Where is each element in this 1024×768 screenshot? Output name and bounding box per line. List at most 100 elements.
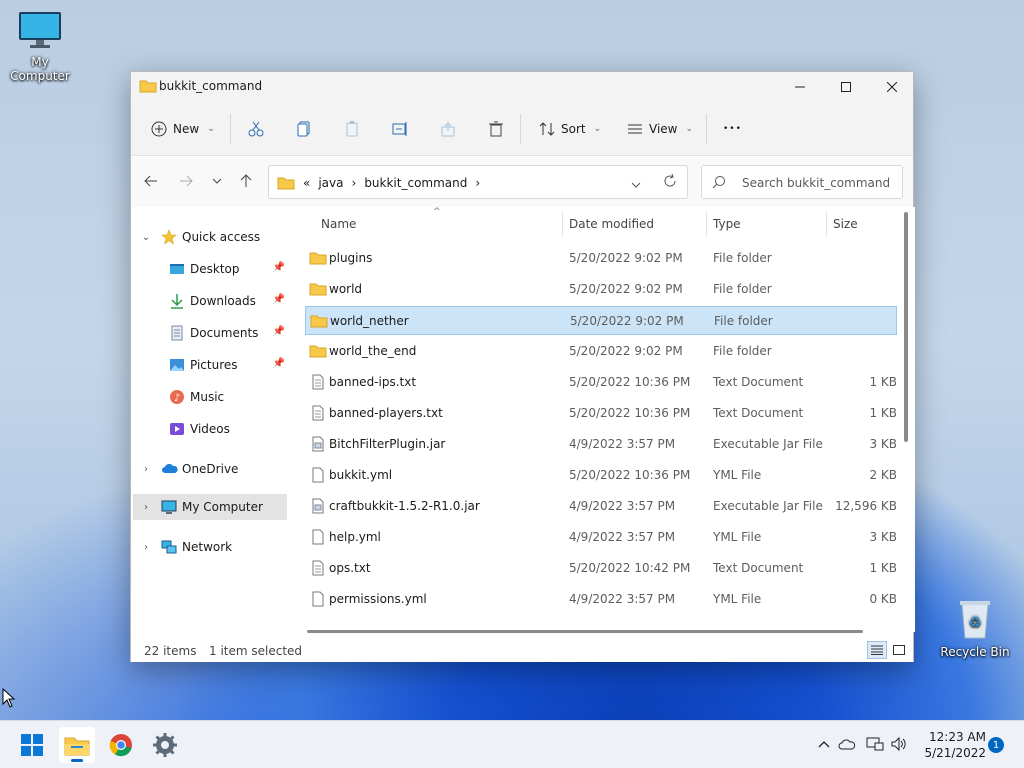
copy-button[interactable] [296, 114, 312, 144]
network-tray-icon[interactable] [866, 735, 884, 753]
sort-ascending-icon: ^ [433, 207, 441, 217]
breadcrumb-overflow[interactable]: « [303, 176, 310, 190]
file-row[interactable]: banned-ips.txt 5/20/2022 10:36 PM Text Doc… [305, 368, 897, 397]
refresh-button[interactable] [663, 173, 677, 191]
horizontal-scrollbar[interactable] [307, 630, 863, 633]
svg-text:♻: ♻ [969, 615, 982, 631]
sidebar-item-pictures[interactable]: Pictures 📌 [133, 352, 287, 378]
arrow-right-icon [180, 175, 193, 187]
show-hidden-icons-button[interactable] [815, 735, 833, 753]
maximize-button[interactable] [823, 72, 869, 102]
taskbar-settings[interactable] [147, 727, 183, 763]
file-row[interactable]: world_the_end 5/20/2022 9:02 PM File folde… [305, 337, 897, 366]
file-type: Text Document [713, 406, 804, 420]
taskbar-chrome[interactable] [103, 727, 139, 763]
sidebar-item-network[interactable]: › Network [133, 534, 287, 560]
sidebar-item-desktop[interactable]: Desktop 📌 [133, 256, 287, 282]
column-header-type[interactable]: Type [713, 207, 741, 241]
file-row[interactable]: ops.txt 5/20/2022 10:42 PM Text Document 1 … [305, 554, 897, 583]
forward-button[interactable] [174, 169, 198, 193]
sidebar-item-onedrive[interactable]: › OneDrive [133, 456, 287, 482]
recent-locations-button[interactable] [205, 169, 229, 193]
file-explorer-icon [64, 737, 90, 756]
file-row[interactable]: bukkit.yml 5/20/2022 10:36 PM YML File 2 KB [305, 461, 897, 490]
more-options-button[interactable]: ••• [723, 114, 742, 144]
up-button[interactable] [234, 169, 258, 193]
chevron-down-icon[interactable]: ⌄ [139, 232, 153, 243]
rename-button[interactable] [392, 114, 410, 144]
cut-button[interactable] [248, 114, 264, 144]
file-date-modified: 5/20/2022 10:36 PM [569, 406, 691, 420]
volume-tray-icon[interactable] [890, 735, 908, 753]
item-count: 22 items [144, 644, 197, 658]
chevron-right-icon[interactable]: › [139, 464, 153, 475]
column-header-size[interactable]: Size [833, 207, 858, 241]
file-row[interactable]: banned-players.txt 5/20/2022 10:36 PM Text… [305, 399, 897, 428]
search-icon [712, 175, 726, 192]
file-row[interactable]: permissions.yml 4/9/2022 3:57 PM YML File 0… [305, 585, 897, 614]
selection-count: 1 item selected [209, 644, 303, 658]
desktop-icon-my-computer[interactable]: My Computer [0, 10, 80, 83]
file-date-modified: 5/20/2022 9:02 PM [569, 282, 683, 296]
windows-start-icon [21, 734, 43, 756]
taskbar-file-explorer[interactable] [59, 727, 95, 763]
address-bar[interactable]: « java › bukkit_command › [268, 165, 688, 199]
minimize-icon [795, 86, 805, 88]
file-row[interactable]: world_nether 5/20/2022 9:02 PM File folder [305, 306, 897, 335]
maximize-icon [841, 82, 851, 92]
file-name: permissions.yml [329, 592, 427, 606]
title-bar[interactable]: bukkit_command [131, 72, 913, 102]
file-size: 3 KB [869, 530, 897, 544]
sidebar-item-downloads[interactable]: Downloads 📌 [133, 288, 287, 314]
notification-badge[interactable]: 1 [988, 737, 1004, 753]
chevron-right-icon[interactable]: › [352, 176, 357, 190]
large-icons-view-button[interactable] [889, 641, 909, 659]
chevron-right-icon[interactable]: › [139, 542, 153, 553]
onedrive-tray-icon[interactable] [838, 735, 856, 753]
sort-button[interactable]: Sort ⌄ [539, 114, 601, 144]
window-title: bukkit_command [159, 79, 263, 93]
breadcrumb-item[interactable]: java [318, 176, 343, 190]
nav-quick-access[interactable]: ⌄ Quick access [133, 224, 287, 250]
address-dropdown-button[interactable] [631, 177, 641, 191]
file-explorer-window: bukkit_command New ⌄ Sort ⌄ View ⌄ ••• «… [130, 71, 915, 662]
column-header-date[interactable]: Date modified [569, 207, 654, 241]
file-row[interactable]: help.yml 4/9/2022 3:57 PM YML File 3 KB [305, 523, 897, 552]
vertical-scrollbar[interactable] [904, 212, 908, 442]
sidebar-item-documents[interactable]: Documents 📌 [133, 320, 287, 346]
arrow-up-icon [240, 174, 252, 187]
file-row[interactable]: BitchFilterPlugin.jar 4/9/2022 3:57 PM Exe… [305, 430, 897, 459]
close-button[interactable] [869, 72, 915, 102]
file-icon [309, 591, 327, 607]
sidebar-item-videos[interactable]: Videos [133, 416, 287, 442]
view-button[interactable]: View ⌄ [627, 114, 693, 144]
search-input[interactable]: Search bukkit_command [701, 165, 903, 199]
chevron-down-icon [212, 178, 222, 184]
back-button[interactable] [139, 169, 163, 193]
documents-icon [169, 325, 185, 341]
sidebar-item-music[interactable]: ♪ Music [133, 384, 287, 410]
file-date-modified: 5/20/2022 10:36 PM [569, 468, 691, 482]
paste-button[interactable] [344, 114, 360, 144]
file-type: YML File [713, 530, 762, 544]
details-view-button[interactable] [867, 641, 887, 659]
chevron-right-icon[interactable]: › [139, 502, 153, 513]
file-name: bukkit.yml [329, 468, 393, 482]
file-date-modified: 5/20/2022 9:02 PM [570, 314, 684, 328]
file-row[interactable]: world 5/20/2022 9:02 PM File folder [305, 275, 897, 304]
file-date-modified: 5/20/2022 10:36 PM [569, 375, 691, 389]
delete-button[interactable] [488, 114, 504, 144]
taskbar-clock[interactable]: 12:23 AM 5/21/2022 [914, 729, 986, 761]
sidebar-item-my-computer[interactable]: › My Computer [133, 494, 287, 520]
desktop-icon-recycle-bin[interactable]: ♻ Recycle Bin [935, 598, 1015, 659]
file-row[interactable]: craftbukkit-1.5.2-R1.0.jar 4/9/2022 3:57 … [305, 492, 897, 521]
minimize-button[interactable] [777, 72, 823, 102]
jar-file-icon [309, 498, 327, 514]
new-button[interactable]: New ⌄ [151, 114, 215, 144]
breadcrumb-item[interactable]: bukkit_command [364, 176, 467, 190]
file-row[interactable]: plugins 5/20/2022 9:02 PM File folder [305, 244, 897, 273]
column-header-name[interactable]: Name [321, 207, 356, 241]
share-button[interactable] [440, 114, 456, 144]
chevron-right-icon[interactable]: › [475, 176, 480, 190]
start-button[interactable] [14, 727, 50, 763]
